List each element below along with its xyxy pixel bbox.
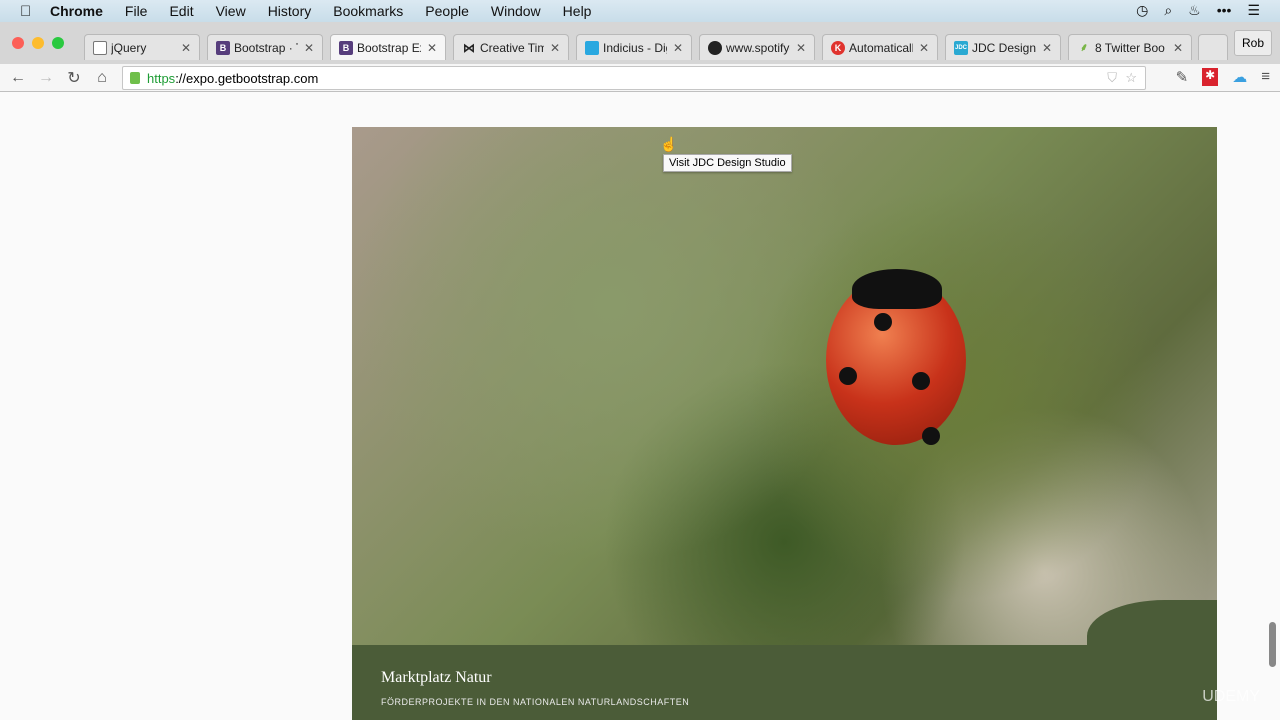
menu-app[interactable]: Chrome <box>50 3 103 19</box>
home-icon[interactable]: ⌂ <box>88 69 116 87</box>
page-content: Marktplatz Natur FÖRDERPROJEKTE IN DEN N… <box>0 92 1280 720</box>
bootstrap-icon: B <box>216 40 230 55</box>
tab-automatically[interactable]: K Automatically ✕ <box>822 34 938 60</box>
page-icon <box>93 40 107 55</box>
browser-toolbar: ← → ↻ ⌂ https://expo.getbootstrap.com ☆ … <box>0 64 1280 92</box>
leaf-icon: ⸙ <box>1079 42 1089 54</box>
showcase-subtitle: FÖRDERPROJEKTE IN DEN NATIONALEN NATURLA… <box>381 697 690 707</box>
tab-title: 8 Twitter Boo <box>1095 40 1165 55</box>
menu-file[interactable]: File <box>125 3 148 19</box>
scrollbar-thumb[interactable] <box>1269 622 1276 667</box>
menu-edit[interactable]: Edit <box>169 3 193 19</box>
close-tab-icon[interactable]: ✕ <box>1173 41 1183 55</box>
profile-button[interactable]: Rob <box>1233 30 1272 56</box>
tab-bootstrap[interactable]: B Bootstrap · Th ✕ <box>207 34 323 60</box>
menu-window[interactable]: Window <box>491 3 541 19</box>
tab-title: JDC Design S <box>972 40 1036 55</box>
spotify-icon <box>708 40 722 55</box>
menu-help[interactable]: Help <box>563 3 592 19</box>
close-tab-icon[interactable]: ✕ <box>427 41 437 55</box>
minimize-window-button[interactable] <box>32 37 44 49</box>
lastpass-icon[interactable]: ✱ <box>1202 68 1219 86</box>
tab-title: Creative Tim <box>480 40 544 55</box>
menu-view[interactable]: View <box>216 3 246 19</box>
url-scheme: https <box>147 70 176 86</box>
k-icon: K <box>831 40 845 55</box>
bookmark-star-icon[interactable]: ☆ <box>1125 70 1137 86</box>
showcase-card[interactable]: Marktplatz Natur FÖRDERPROJEKTE IN DEN N… <box>352 127 1217 720</box>
ladybug-head <box>852 269 942 309</box>
tab-bootstrap-expo[interactable]: B Bootstrap Exp ✕ <box>330 34 446 60</box>
close-tab-icon[interactable]: ✕ <box>550 41 560 55</box>
tab-title: Automatically <box>849 40 913 55</box>
close-tab-icon[interactable]: ✕ <box>796 41 806 55</box>
tab-creative-tim[interactable]: ⋈ Creative Tim ✕ <box>453 34 569 60</box>
tab-title: www.spotify- <box>726 40 790 55</box>
close-tab-icon[interactable]: ✕ <box>1042 41 1052 55</box>
tab-indicius[interactable]: Indicius - Dig ✕ <box>576 34 692 60</box>
hand-cursor-icon: ☝ <box>660 136 678 152</box>
close-tab-icon[interactable]: ✕ <box>181 41 191 55</box>
link-tooltip: Visit JDC Design Studio <box>663 154 792 172</box>
chrome-menu-icon[interactable]: ≡ <box>1261 68 1270 86</box>
back-icon[interactable]: ← <box>4 69 32 87</box>
menu-history[interactable]: History <box>268 3 312 19</box>
bootstrap-icon: B <box>339 40 353 55</box>
address-bar[interactable]: https://expo.getbootstrap.com ☆ ⛉ <box>122 66 1146 90</box>
close-tab-icon[interactable]: ✕ <box>919 41 929 55</box>
spotlight-search-icon[interactable]: ⌕ <box>1164 2 1172 19</box>
close-tab-icon[interactable]: ✕ <box>673 41 683 55</box>
sync-icon[interactable]: ◷ <box>1136 2 1148 19</box>
close-window-button[interactable] <box>12 37 24 49</box>
cloud-icon[interactable]: ☁ <box>1232 68 1247 86</box>
zoom-window-button[interactable] <box>52 37 64 49</box>
watermark: UDEMY <box>1202 688 1260 705</box>
reload-icon[interactable]: ↻ <box>60 68 88 88</box>
jdc-icon: JDC <box>954 40 968 55</box>
tab-title: Indicius - Dig <box>603 40 667 55</box>
tab-jquery[interactable]: jQuery ✕ <box>84 34 200 60</box>
tab-spotify[interactable]: www.spotify- ✕ <box>699 34 815 60</box>
showcase-title: Marktplatz Natur <box>381 669 492 686</box>
shield-icon[interactable]: ⛉ <box>1107 70 1117 86</box>
eyedropper-icon[interactable]: ✎ <box>1176 68 1189 86</box>
tab-twitter-bootstrap[interactable]: ⸙ 8 Twitter Boo ✕ <box>1068 34 1192 60</box>
forward-icon[interactable]: → <box>32 69 60 87</box>
mac-menu-bar:  Chrome File Edit View History Bookmark… <box>0 0 1280 22</box>
flame-icon[interactable]: ♨ <box>1188 2 1201 19</box>
tab-title: jQuery <box>111 40 147 55</box>
showcase-caption: Marktplatz Natur FÖRDERPROJEKTE IN DEN N… <box>352 600 1217 720</box>
new-tab-button[interactable] <box>1198 34 1228 60</box>
menu-bookmarks[interactable]: Bookmarks <box>333 3 403 19</box>
url-host: ://expo.getbootstrap.com <box>175 70 319 86</box>
menu-people[interactable]: People <box>425 3 469 19</box>
close-tab-icon[interactable]: ✕ <box>304 41 314 55</box>
bowtie-icon: ⋈ <box>463 40 475 55</box>
lock-icon <box>130 72 140 84</box>
indicius-icon <box>585 40 599 55</box>
tab-title: Bootstrap Exp <box>357 40 421 55</box>
apple-icon[interactable]:  <box>20 3 36 20</box>
tab-title: Bootstrap · Th <box>234 40 298 55</box>
notification-list-icon[interactable]: ☰ <box>1247 2 1260 19</box>
tab-jdc-design[interactable]: JDC JDC Design S ✕ <box>945 34 1061 60</box>
more-icon[interactable]: ••• <box>1217 2 1232 19</box>
tab-strip: jQuery ✕ B Bootstrap · Th ✕ B Bootstrap Exp ✕… <box>0 22 1280 64</box>
